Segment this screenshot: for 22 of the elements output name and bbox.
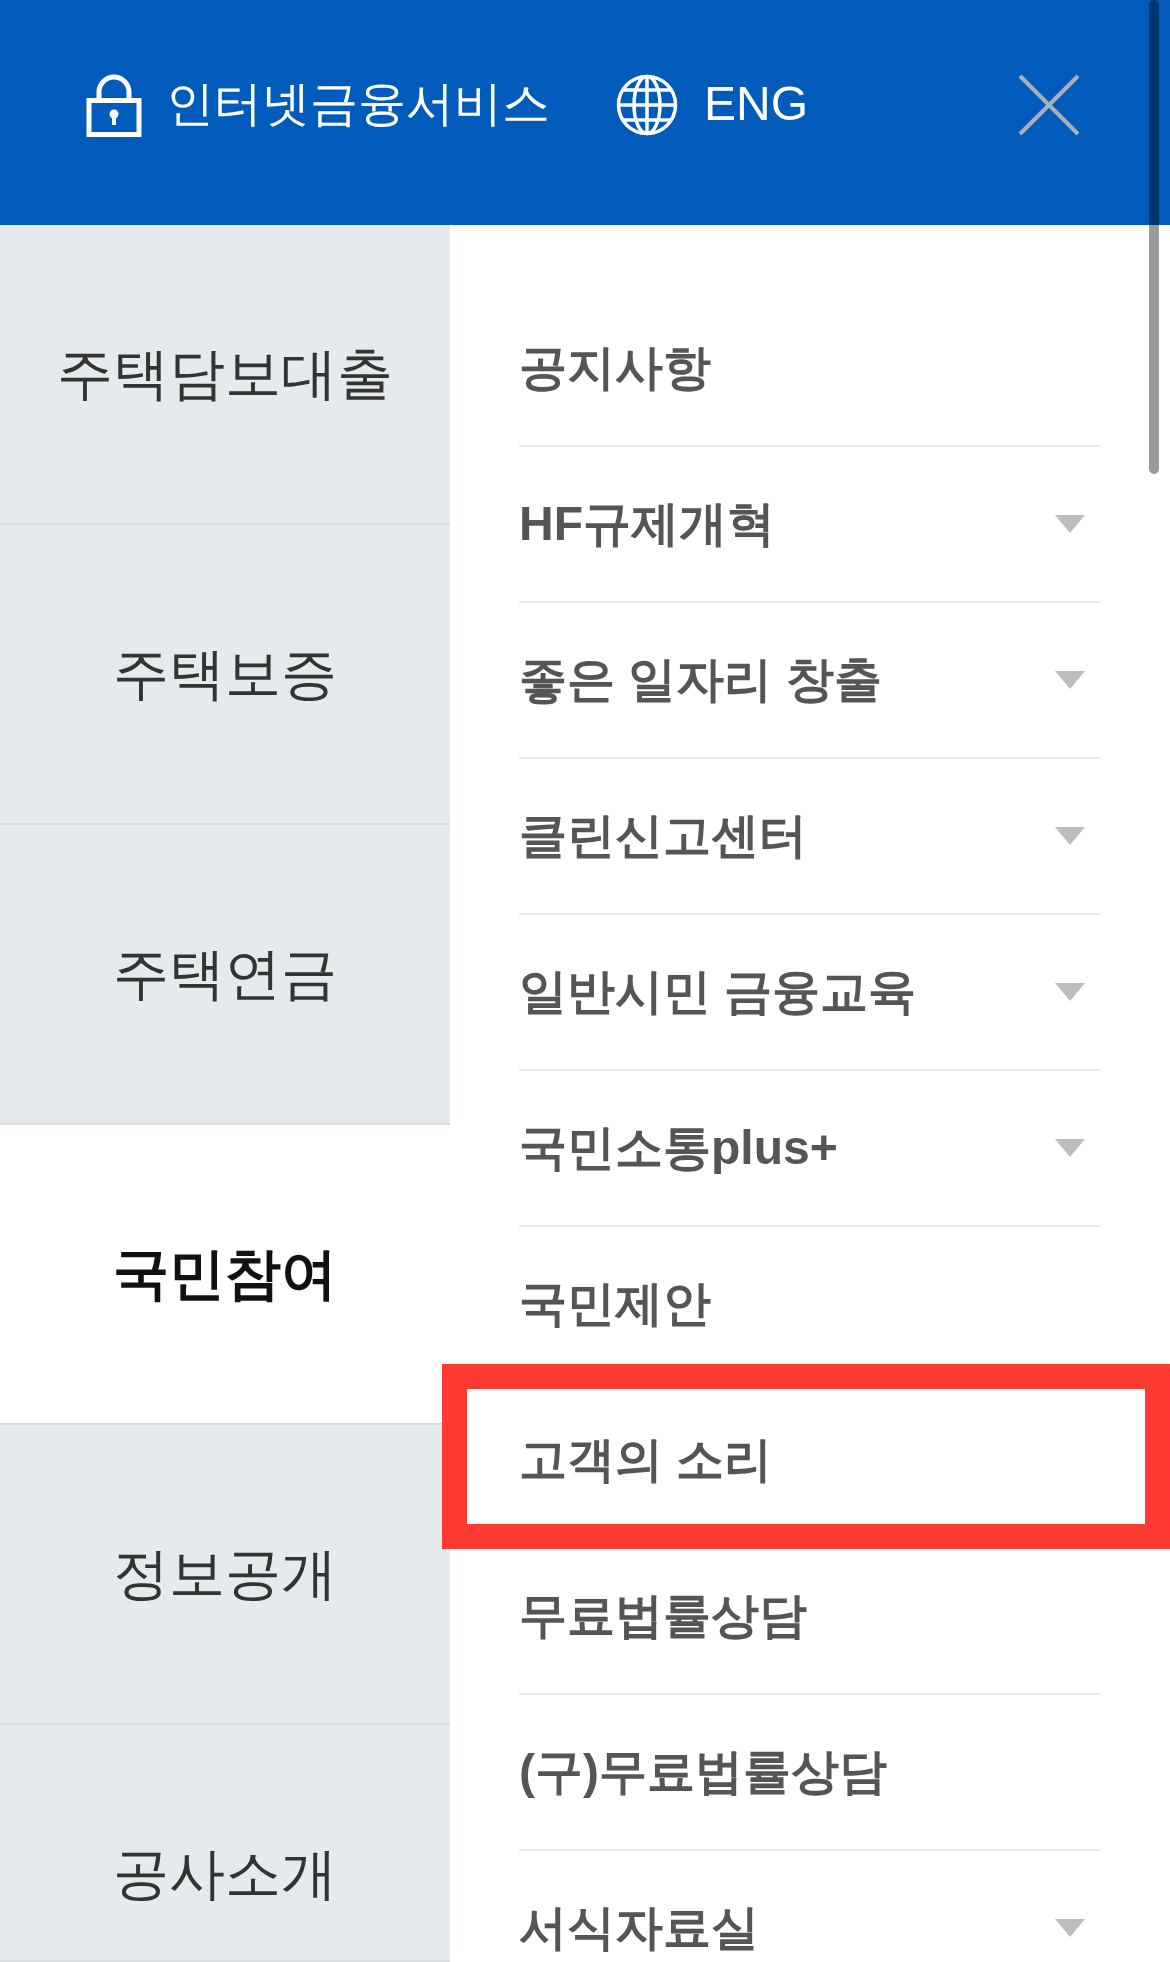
menu-item[interactable]: 서식자료실 (519, 1851, 1101, 1962)
category-tab[interactable]: 정보공개 (0, 1425, 450, 1725)
category-tab[interactable]: 국민참여 (0, 1125, 450, 1425)
category-tab[interactable]: 주택담보대출 (0, 225, 450, 525)
close-icon (1018, 73, 1080, 136)
menu-item[interactable]: 클린신고센터 (519, 759, 1101, 915)
padlock-icon (86, 72, 142, 137)
menu-item[interactable]: 좋은 일자리 창출 (519, 603, 1101, 759)
internet-banking-link[interactable]: 인터넷금융서비스 (86, 72, 550, 137)
category-tab[interactable]: 공사소개 (0, 1725, 450, 1962)
menu-item[interactable]: 무료법률상담 (519, 1539, 1101, 1695)
menu-item[interactable]: (구)무료법률상담 (519, 1695, 1101, 1851)
language-link[interactable]: ENG (616, 73, 808, 136)
menu-item[interactable]: 국민소통plus+ (519, 1071, 1101, 1227)
menu-item[interactable]: 공지사항 (519, 291, 1101, 447)
menu-item[interactable]: HF규제개혁 (519, 447, 1101, 603)
menu-item[interactable]: 고객의 소리 (519, 1383, 1101, 1539)
globe-icon (616, 73, 678, 136)
close-button[interactable] (1018, 73, 1080, 136)
menu-item[interactable]: 국민제안 (519, 1227, 1101, 1383)
category-tab[interactable]: 주택보증 (0, 525, 450, 825)
menu-item[interactable]: 일반시민 금융교육 (519, 915, 1101, 1071)
